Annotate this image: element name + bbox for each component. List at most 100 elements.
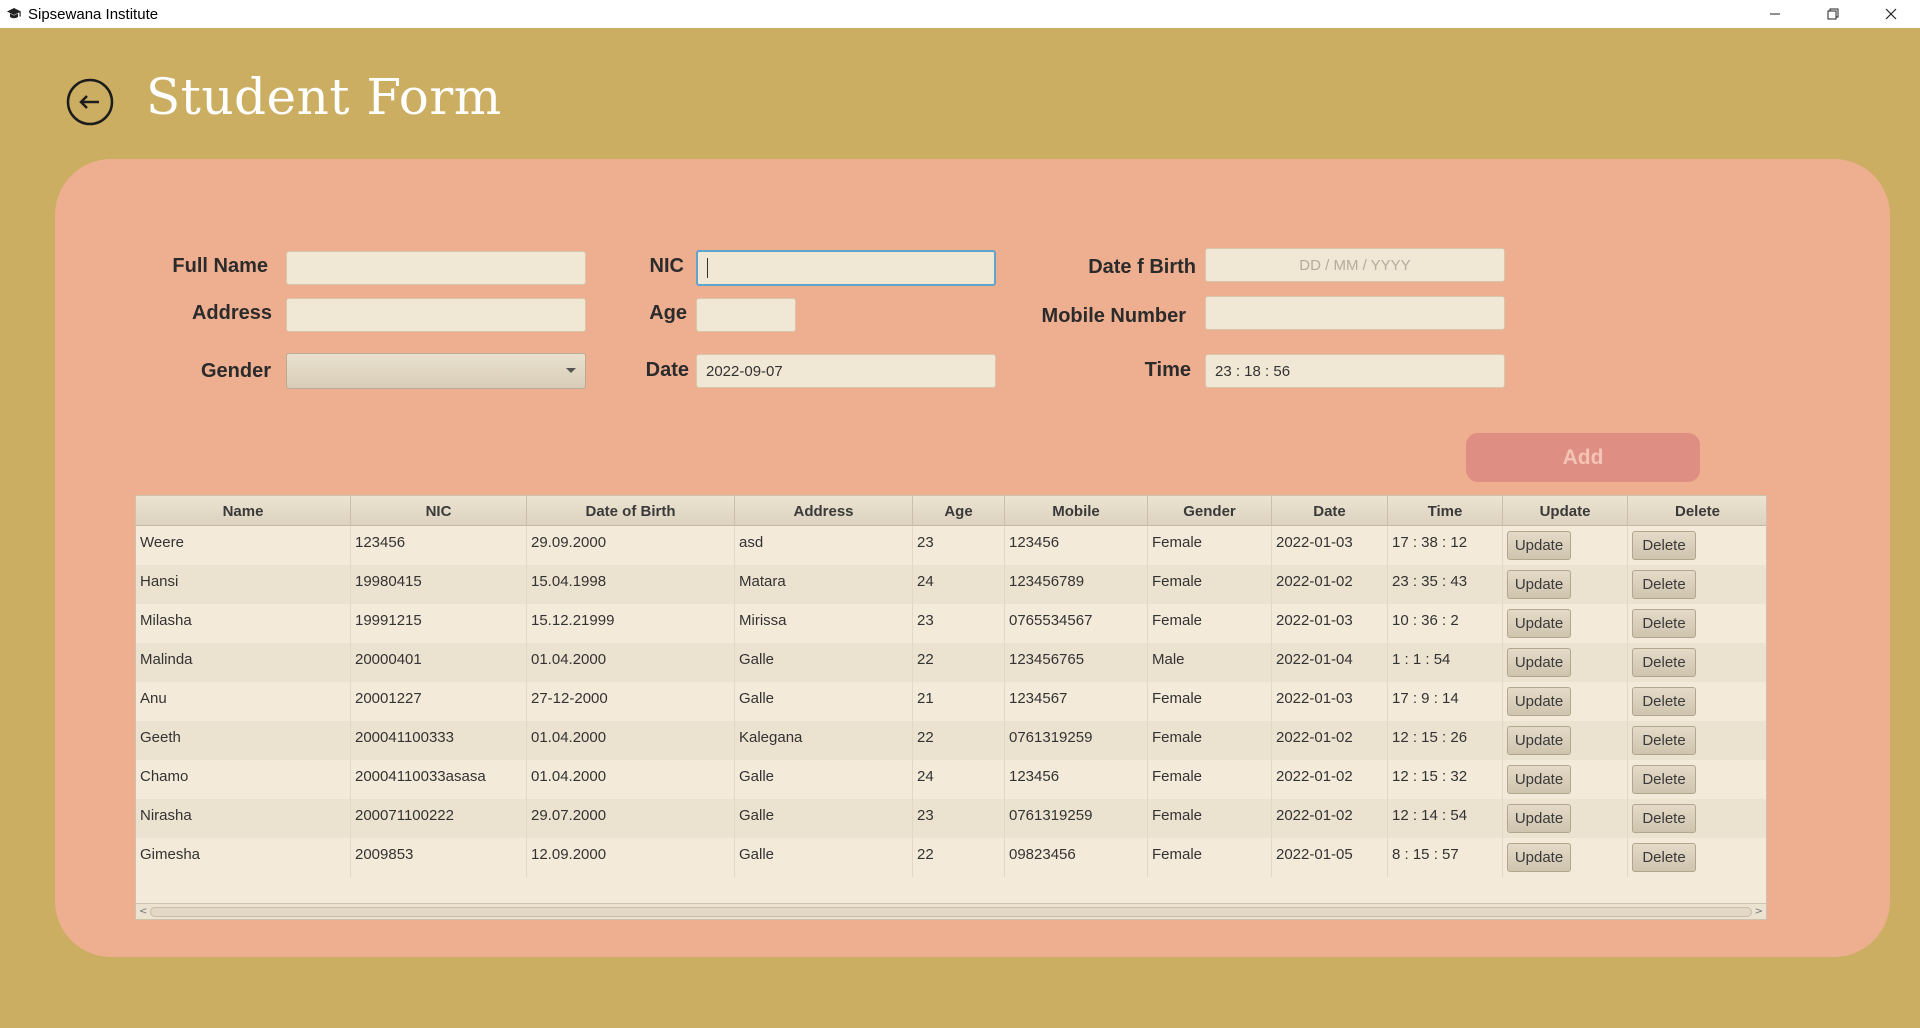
cell-update: Update — [1503, 760, 1628, 799]
cell-gender: Female — [1148, 565, 1272, 604]
age-input[interactable] — [696, 298, 796, 332]
column-header-nic[interactable]: NIC — [351, 496, 527, 526]
cell-date: 2022-01-02 — [1272, 799, 1388, 838]
dob-label: Date f Birth — [1088, 256, 1196, 278]
column-header-gender[interactable]: Gender — [1148, 496, 1272, 526]
back-button[interactable] — [66, 78, 114, 126]
column-header-date[interactable]: Date — [1272, 496, 1388, 526]
cell-address: asd — [735, 526, 913, 565]
delete-row-button[interactable]: Delete — [1632, 609, 1696, 638]
column-header-address[interactable]: Address — [735, 496, 913, 526]
cell-mobile: 0765534567 — [1005, 604, 1148, 643]
nic-input[interactable] — [696, 250, 996, 286]
cell-dob: 01.04.2000 — [527, 643, 735, 682]
column-header-time[interactable]: Time — [1388, 496, 1503, 526]
time-label: Time — [1144, 359, 1191, 381]
cell-nic: 2009853 — [351, 838, 527, 877]
cell-gender: Female — [1148, 799, 1272, 838]
delete-row-button[interactable]: Delete — [1632, 687, 1696, 716]
cell-nic: 20000401 — [351, 643, 527, 682]
cell-name: Hansi — [136, 565, 351, 604]
scroll-right-icon[interactable]: > — [1755, 906, 1763, 917]
cell-dob: 27-12-2000 — [527, 682, 735, 721]
update-row-button[interactable]: Update — [1507, 570, 1571, 599]
cell-time: 10 : 36 : 2 — [1388, 604, 1503, 643]
cell-update: Update — [1503, 838, 1628, 877]
column-header-dob[interactable]: Date of Birth — [527, 496, 735, 526]
update-row-button[interactable]: Update — [1507, 609, 1571, 638]
horizontal-scrollbar[interactable]: < > — [136, 903, 1766, 919]
cell-date: 2022-01-03 — [1272, 526, 1388, 565]
dob-input[interactable]: DD / MM / YYYY — [1205, 248, 1505, 282]
address-input[interactable] — [286, 298, 586, 332]
column-header-name[interactable]: Name — [136, 496, 351, 526]
full-name-input[interactable] — [286, 251, 586, 285]
minimize-icon — [1770, 13, 1780, 15]
table-row[interactable]: Gimesha 2009853 12.09.2000 Galle 22 09823456 F… — [136, 838, 1766, 877]
arrow-left-circle-icon — [66, 78, 114, 126]
cell-dob: 29.09.2000 — [527, 526, 735, 565]
scrollbar-thumb[interactable] — [150, 907, 1752, 917]
cell-name: Milasha — [136, 604, 351, 643]
mobile-input[interactable] — [1205, 296, 1505, 330]
cell-mobile: 09823456 — [1005, 838, 1148, 877]
scroll-left-icon[interactable]: < — [139, 906, 147, 917]
cell-mobile: 123456789 — [1005, 565, 1148, 604]
table-row[interactable]: Hansi 19980415 15.04.1998 Matara 24 123456789… — [136, 565, 1766, 604]
cell-address: Galle — [735, 838, 913, 877]
update-row-button[interactable]: Update — [1507, 648, 1571, 677]
cell-nic: 20001227 — [351, 682, 527, 721]
column-header-age[interactable]: Age — [913, 496, 1005, 526]
cell-time: 8 : 15 : 57 — [1388, 838, 1503, 877]
cell-address: Galle — [735, 760, 913, 799]
cell-time: 17 : 9 : 14 — [1388, 682, 1503, 721]
delete-row-button[interactable]: Delete — [1632, 648, 1696, 677]
time-input[interactable]: 23 : 18 : 56 — [1205, 354, 1505, 388]
cell-gender: Female — [1148, 682, 1272, 721]
cell-delete: Delete — [1628, 721, 1766, 760]
update-row-button[interactable]: Update — [1507, 765, 1571, 794]
cell-nic: 20004110033asasa — [351, 760, 527, 799]
restore-button[interactable] — [1804, 0, 1862, 28]
cell-nic: 200041100333 — [351, 721, 527, 760]
cell-time: 23 : 35 : 43 — [1388, 565, 1503, 604]
delete-row-button[interactable]: Delete — [1632, 726, 1696, 755]
cell-dob: 15.12.21999 — [527, 604, 735, 643]
delete-row-button[interactable]: Delete — [1632, 804, 1696, 833]
column-header-delete[interactable]: Delete — [1628, 496, 1766, 526]
cell-mobile: 0761319259 — [1005, 799, 1148, 838]
close-button[interactable] — [1862, 0, 1920, 28]
update-row-button[interactable]: Update — [1507, 531, 1571, 560]
delete-row-button[interactable]: Delete — [1632, 531, 1696, 560]
cell-name: Weere — [136, 526, 351, 565]
mobile-label: Mobile Number — [1041, 305, 1186, 327]
table-row[interactable]: Geeth 200041100333 01.04.2000 Kalegana 22 076… — [136, 721, 1766, 760]
column-header-update[interactable]: Update — [1503, 496, 1628, 526]
table-row[interactable]: Malinda 20000401 01.04.2000 Galle 22 12345676… — [136, 643, 1766, 682]
update-row-button[interactable]: Update — [1507, 843, 1571, 872]
table-row[interactable]: Anu 20001227 27-12-2000 Galle 21 1234567 Femal… — [136, 682, 1766, 721]
gender-select[interactable] — [286, 353, 586, 389]
update-row-button[interactable]: Update — [1507, 687, 1571, 716]
address-label: Address — [191, 302, 272, 324]
cell-delete: Delete — [1628, 799, 1766, 838]
delete-row-button[interactable]: Delete — [1632, 765, 1696, 794]
add-button[interactable]: Add — [1466, 433, 1700, 482]
table-row[interactable]: Milasha 19991215 15.12.21999 Mirissa 23 07655… — [136, 604, 1766, 643]
date-input[interactable]: 2022-09-07 — [696, 354, 996, 388]
table-row[interactable]: Nirasha 200071100222 29.07.2000 Galle 23 0761… — [136, 799, 1766, 838]
cell-age: 23 — [913, 526, 1005, 565]
update-row-button[interactable]: Update — [1507, 726, 1571, 755]
minimize-button[interactable] — [1746, 0, 1804, 28]
cell-gender: Female — [1148, 721, 1272, 760]
chevron-down-icon — [566, 368, 576, 373]
delete-row-button[interactable]: Delete — [1632, 843, 1696, 872]
cell-delete: Delete — [1628, 604, 1766, 643]
cell-gender: Female — [1148, 526, 1272, 565]
table-row[interactable]: Weere 123456 29.09.2000 asd 23 123456 Female 20… — [136, 526, 1766, 565]
update-row-button[interactable]: Update — [1507, 804, 1571, 833]
delete-row-button[interactable]: Delete — [1632, 570, 1696, 599]
cell-age: 23 — [913, 604, 1005, 643]
table-row[interactable]: Chamo 20004110033asasa 01.04.2000 Galle 24 12… — [136, 760, 1766, 799]
column-header-mobile[interactable]: Mobile — [1005, 496, 1148, 526]
